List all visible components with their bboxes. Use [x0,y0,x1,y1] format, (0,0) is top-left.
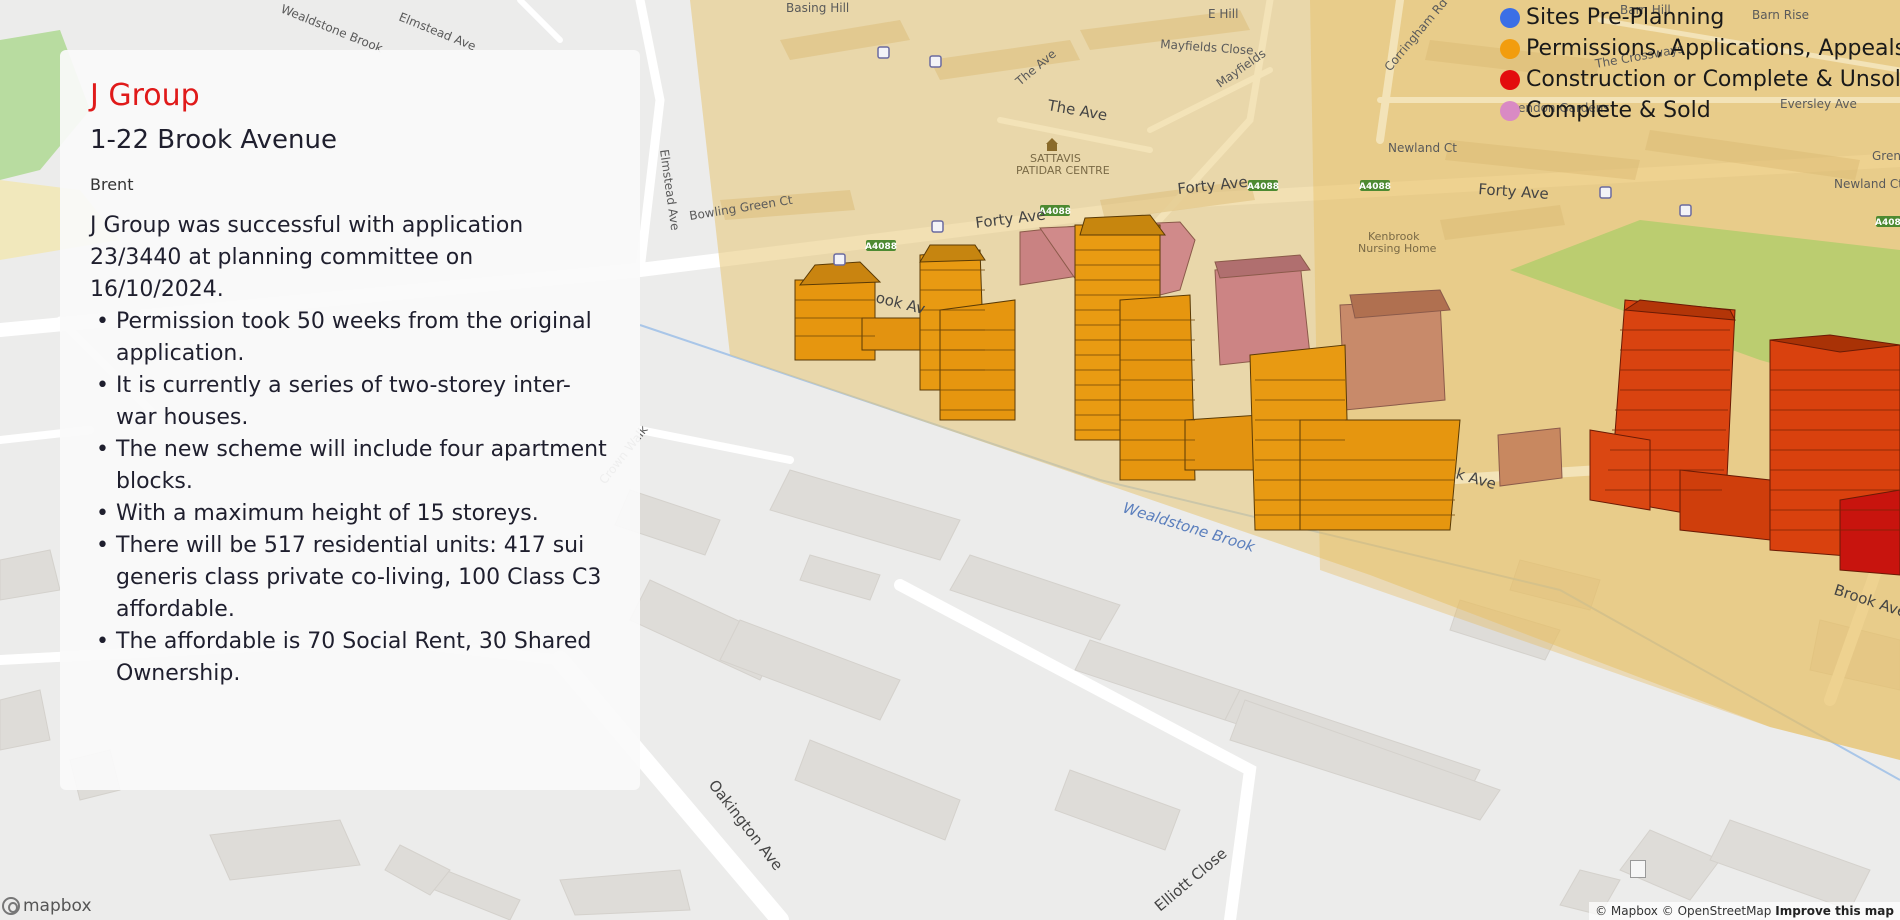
info-panel: J Group 1-22 Brook Avenue Brent J Group … [60,50,640,790]
detail-item: The affordable is 70 Social Rent, 30 Sha… [96,626,610,690]
road-shield-a4088: A4088 [1359,182,1391,192]
borough-name: Brent [90,175,134,194]
legend-label: Construction or Complete & Unsold [1526,67,1900,92]
bus-stop-icon [877,46,890,59]
legend-dot-icon [1500,7,1520,28]
detail-item: The new scheme will include four apartme… [96,434,610,498]
map-label-newland-ct-2: Newland Ct [1834,177,1900,191]
legend-item-pre-planning: Sites Pre-Planning [1500,2,1900,33]
broken-image-icon [1630,860,1646,878]
legend-item-permissions: Permissions, Applications, Appeals [1500,33,1900,64]
detail-item: With a maximum height of 15 storeys. [96,498,610,530]
legend-dot-icon [1500,69,1520,90]
map-label-nursing-home: Nursing Home [1358,242,1437,255]
legend-item-construction: Construction or Complete & Unsold [1500,64,1900,95]
road-shield-a4088: A4088 [1875,218,1900,228]
map-label-patidar-centre: PATIDAR CENTRE [1016,164,1110,177]
road-shield-a4088: A4088 [865,242,897,252]
mapbox-logo-icon [2,897,20,915]
legend-label: Complete & Sold [1526,98,1711,123]
mapbox-logo-text: mapbox [23,896,92,916]
legend-label: Permissions, Applications, Appeals [1526,36,1900,61]
map-attribution: © Mapbox © OpenStreetMap Improve this ma… [1589,902,1900,920]
legend-dot-icon [1500,100,1520,121]
map-label-newland-ct: Newland Ct [1388,141,1457,155]
legend-dot-icon [1500,38,1520,59]
developer-name: J Group [90,78,200,113]
detail-list: Permission took 50 weeks from the origin… [90,306,610,690]
map-label-gren: Gren [1872,149,1900,163]
mapbox-logo[interactable]: mapbox [2,896,92,916]
improve-map-link[interactable]: Improve this map [1775,904,1894,918]
map-legend: Sites Pre-Planning Permissions, Applicat… [1500,2,1900,126]
legend-item-complete-sold: Complete & Sold [1500,95,1900,126]
bus-stop-icon [1599,186,1612,199]
bus-stop-icon [929,55,942,68]
application-summary: J Group was successful with application … [90,213,524,302]
attribution-osm-link[interactable]: © OpenStreetMap [1662,904,1772,918]
bus-stop-icon [1679,204,1692,217]
map-label-basing-hill: Basing Hill [786,1,849,15]
bus-stop-icon [833,253,846,266]
road-shield-a4088: A4088 [1247,182,1279,192]
map-label-e-hill: E Hill [1208,7,1238,21]
detail-item: Permission took 50 weeks from the origin… [96,306,610,370]
detail-item: It is currently a series of two-storey i… [96,370,610,434]
legend-label: Sites Pre-Planning [1526,5,1725,30]
bus-stop-icon [931,220,944,233]
site-address: 1-22 Brook Avenue [90,125,337,155]
detail-item: There will be 517 residential units: 417… [96,530,610,626]
attribution-mapbox-link[interactable]: © Mapbox [1595,904,1658,918]
